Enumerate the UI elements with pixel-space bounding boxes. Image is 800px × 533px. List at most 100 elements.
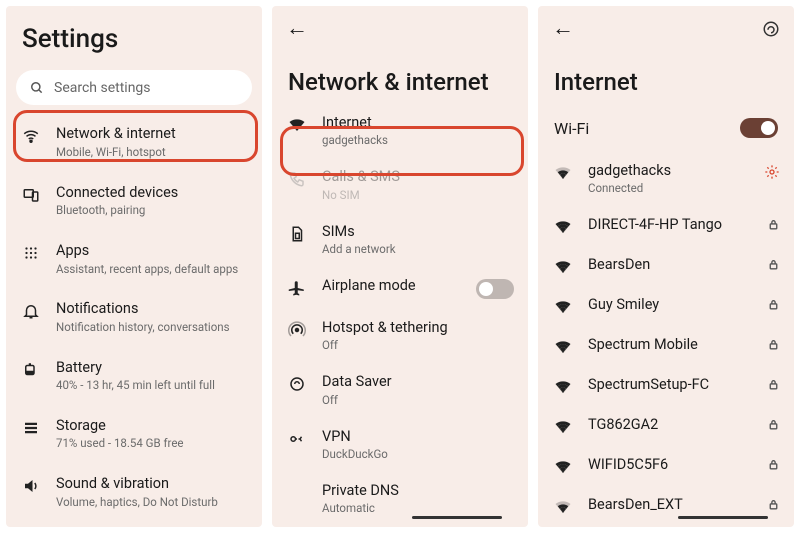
- data-icon: [286, 375, 308, 393]
- battery-icon: [20, 361, 42, 379]
- wifi-toggle[interactable]: [740, 118, 778, 138]
- wifi-network[interactable]: DIRECT-4F-HP Tango: [538, 206, 794, 246]
- settings-item-display[interactable]: Display Dark theme, font size, brightnes…: [6, 522, 262, 527]
- item-title: Battery: [56, 359, 248, 376]
- lock-icon: [767, 378, 780, 391]
- network-status: Connected: [588, 181, 750, 196]
- back-icon[interactable]: ←: [286, 18, 308, 40]
- settings-item-network-internet[interactable]: Network & internet Mobile, Wi-Fi, hotspo…: [6, 113, 262, 171]
- network-name: DIRECT-4F-HP Tango: [588, 216, 753, 233]
- wifi-signal-icon: [552, 498, 574, 516]
- settings-item-battery[interactable]: Battery 40% - 13 hr, 45 min left until f…: [6, 347, 262, 405]
- wifi-signal-icon: [552, 258, 574, 276]
- net-item-data-saver[interactable]: Data Saver Off: [272, 363, 528, 417]
- wifi-network[interactable]: BearsDen_EXT: [538, 486, 794, 526]
- lock-icon: [767, 338, 780, 351]
- wifi-signal-icon: [552, 218, 574, 236]
- wifi-signal-icon: [552, 298, 574, 316]
- wifi-icon: [20, 127, 42, 145]
- item-subtitle: Mobile, Wi-Fi, hotspot: [56, 145, 248, 160]
- item-subtitle: No SIM: [322, 188, 500, 203]
- wifi-signal-icon: [552, 378, 574, 396]
- storage-icon: [20, 419, 42, 437]
- item-subtitle: Volume, haptics, Do Not Disturb: [56, 495, 248, 510]
- wifi-network[interactable]: BearsDen: [538, 246, 794, 286]
- item-title: VPN: [322, 428, 500, 445]
- item-title: Network & internet: [56, 125, 248, 142]
- net-item-internet[interactable]: Internet gadgethacks: [272, 104, 528, 158]
- network-name: Guy Smiley: [588, 296, 753, 313]
- network-name: BearsDen_EXT: [588, 496, 753, 513]
- wifi-signal-icon: [552, 418, 574, 436]
- item-subtitle: gadgethacks: [322, 133, 500, 148]
- net-item-airplane-mode[interactable]: Airplane mode: [272, 267, 528, 309]
- net-item-vpn[interactable]: VPN DuckDuckGo: [272, 418, 528, 472]
- sim-icon: [286, 225, 308, 243]
- item-subtitle: Notification history, conversations: [56, 320, 248, 335]
- vpn-icon: [286, 430, 308, 448]
- settings-item-apps[interactable]: Apps Assistant, recent apps, default app…: [6, 230, 262, 288]
- settings-list: Network & internet Mobile, Wi-Fi, hotspo…: [6, 113, 262, 527]
- search-icon: [30, 81, 44, 95]
- wifi-network[interactable]: WIFID5C5F6: [538, 446, 794, 486]
- page-title: Internet: [538, 44, 794, 104]
- hotspot-icon: [286, 321, 308, 339]
- item-subtitle: Assistant, recent apps, default apps: [56, 262, 248, 277]
- gear-icon[interactable]: [764, 164, 780, 180]
- sound-icon: [20, 477, 42, 495]
- settings-item-sound-vibration[interactable]: Sound & vibration Volume, haptics, Do No…: [6, 463, 262, 521]
- wifi-network[interactable]: TG862GA2: [538, 406, 794, 446]
- network-name: TG862GA2: [588, 416, 753, 433]
- item-title: Connected devices: [56, 184, 248, 201]
- network-name: Spectrum Mobile: [588, 336, 753, 353]
- wifi-signal-icon: [552, 338, 574, 356]
- wifi-signal-icon: [552, 164, 574, 182]
- network-name: WIFID5C5F6: [588, 456, 753, 473]
- net-item-sims[interactable]: SIMs Add a network: [272, 213, 528, 267]
- lock-icon: [767, 258, 780, 271]
- internet-screen: ← Internet Wi-Fi gadgethacks Connected D…: [538, 6, 794, 527]
- item-subtitle: Automatic: [322, 501, 500, 516]
- settings-screen: Settings Search settings Network & inter…: [6, 6, 262, 527]
- item-title: Private DNS: [322, 482, 500, 499]
- wifi-label: Wi-Fi: [554, 119, 589, 138]
- net-item-calls-sms: Calls & SMS No SIM: [272, 158, 528, 212]
- wifi-network-list: gadgethacks Connected DIRECT-4F-HP Tango…: [538, 152, 794, 527]
- devices-icon: [20, 186, 42, 204]
- lock-icon: [767, 218, 780, 231]
- page-title: Settings: [6, 6, 262, 60]
- network-list: Internet gadgethacks Calls & SMS No SIM …: [272, 104, 528, 527]
- settings-item-notifications[interactable]: Notifications Notification history, conv…: [6, 288, 262, 346]
- wifi-network[interactable]: gadgethacks Connected: [538, 152, 794, 206]
- network-name: SpectrumSetup-FC: [588, 376, 753, 393]
- item-subtitle: Off: [322, 393, 500, 408]
- search-placeholder: Search settings: [54, 80, 151, 96]
- settings-item-storage[interactable]: Storage 71% used - 18.54 GB free: [6, 405, 262, 463]
- topbar: ←: [538, 6, 794, 44]
- item-title: Sound & vibration: [56, 475, 248, 492]
- item-title: Storage: [56, 417, 248, 434]
- item-subtitle: Off: [322, 338, 500, 353]
- wifi-network[interactable]: SpectrumSetup-FC: [538, 366, 794, 406]
- lock-icon: [767, 498, 780, 511]
- item-subtitle: 71% used - 18.54 GB free: [56, 436, 248, 451]
- help-icon[interactable]: [762, 20, 780, 38]
- bell-icon: [20, 302, 42, 320]
- item-title: Internet: [322, 114, 500, 131]
- network-internet-screen: ← Network & internet Internet gadgethack…: [272, 6, 528, 527]
- search-settings[interactable]: Search settings: [16, 70, 252, 105]
- item-title: Apps: [56, 242, 248, 259]
- topbar: ←: [272, 6, 528, 44]
- settings-item-connected-devices[interactable]: Connected devices Bluetooth, pairing: [6, 172, 262, 230]
- net-item-adaptive-connectivity[interactable]: Adaptive connectivity: [272, 526, 528, 527]
- net-item-hotspot-tethering[interactable]: Hotspot & tethering Off: [272, 309, 528, 363]
- wifi-network[interactable]: Spectrum Mobile: [538, 326, 794, 366]
- item-subtitle: 40% - 13 hr, 45 min left until full: [56, 378, 248, 393]
- item-title: Data Saver: [322, 373, 500, 390]
- wifi-full-icon: [286, 116, 308, 134]
- back-icon[interactable]: ←: [552, 18, 574, 40]
- toggle[interactable]: [476, 279, 514, 299]
- plane-icon: [286, 279, 308, 297]
- wifi-master-row[interactable]: Wi-Fi: [538, 104, 794, 152]
- wifi-network[interactable]: Guy Smiley: [538, 286, 794, 326]
